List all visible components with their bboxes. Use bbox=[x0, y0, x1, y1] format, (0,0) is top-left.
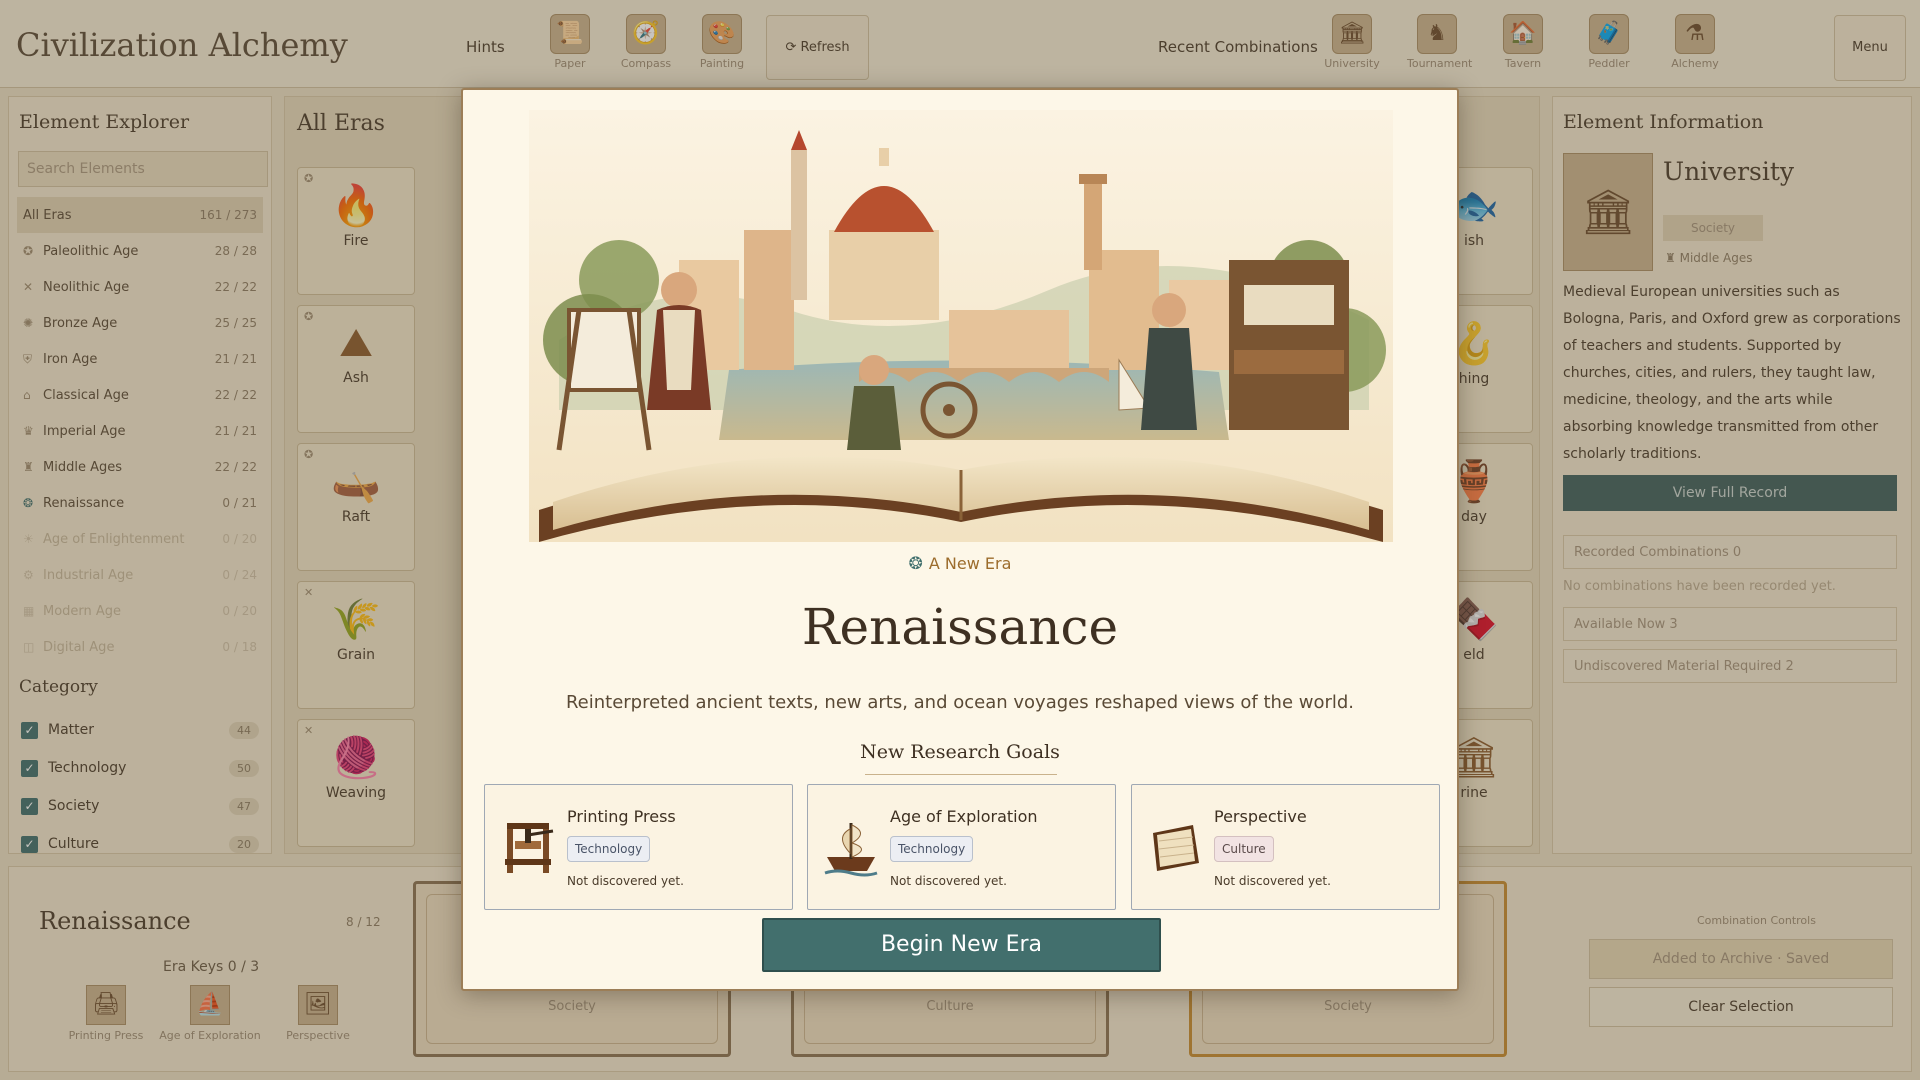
goal-card-perspective[interactable]: Perspective Culture Not discovered yet. bbox=[1131, 784, 1440, 910]
renaissance-illustration bbox=[529, 110, 1393, 542]
research-goals-title: New Research Goals bbox=[860, 741, 1060, 763]
title-underline bbox=[865, 774, 1057, 775]
new-era-modal: ❂ A New Era Renaissance Reinterpreted anc… bbox=[461, 88, 1459, 991]
goal-status: Not discovered yet. bbox=[1214, 874, 1331, 888]
goal-category-tag: Technology bbox=[890, 836, 974, 862]
modal-subtitle: Reinterpreted ancient texts, new arts, a… bbox=[565, 692, 1355, 713]
canvas-icon bbox=[1146, 819, 1204, 877]
goal-card-printing-press[interactable]: Printing Press Technology Not discovered… bbox=[484, 784, 793, 910]
goal-name: Perspective bbox=[1214, 807, 1307, 826]
begin-new-era-button[interactable]: Begin New Era bbox=[762, 918, 1161, 972]
modal-title: Renaissance bbox=[801, 598, 1119, 656]
compass-rose-icon: ❂ bbox=[908, 554, 923, 574]
modal-eyebrow: ❂ A New Era bbox=[463, 554, 1457, 574]
goal-name: Age of Exploration bbox=[890, 807, 1038, 826]
printing-press-icon bbox=[499, 819, 557, 877]
goal-card-age-of-exploration[interactable]: Age of Exploration Technology Not discov… bbox=[807, 784, 1116, 910]
goal-name: Printing Press bbox=[567, 807, 676, 826]
ship-icon bbox=[822, 819, 880, 877]
goal-status: Not discovered yet. bbox=[567, 874, 684, 888]
goal-category-tag: Technology bbox=[567, 836, 651, 862]
goal-category-tag: Culture bbox=[1214, 836, 1274, 862]
goal-status: Not discovered yet. bbox=[890, 874, 1007, 888]
eyebrow-label: A New Era bbox=[928, 554, 1012, 573]
